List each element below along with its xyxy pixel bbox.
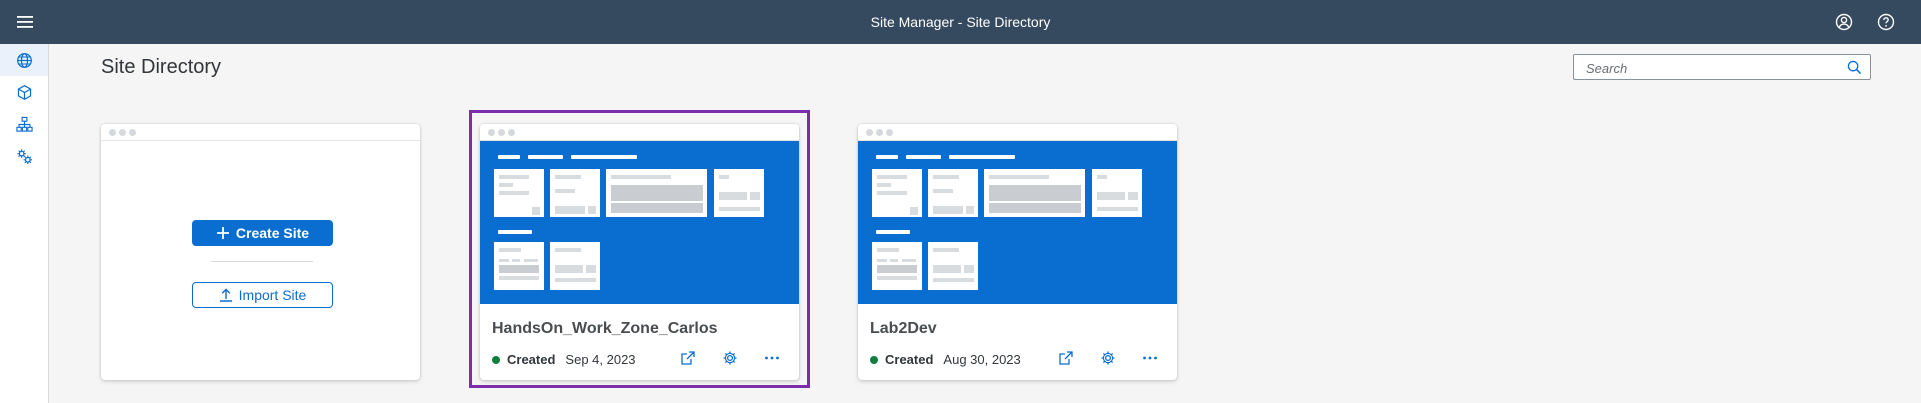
window-dots-icon bbox=[866, 129, 893, 136]
site-settings-icon[interactable] bbox=[1099, 349, 1117, 367]
gears-icon bbox=[16, 148, 32, 164]
site-name[interactable]: HandsOn_Work_Zone_Carlos bbox=[492, 320, 718, 338]
import-site-button[interactable]: Import Site bbox=[192, 282, 333, 308]
window-dots-icon bbox=[488, 129, 515, 136]
site-preview-thumbnail bbox=[858, 141, 1177, 304]
site-status: Created Sep 4, 2023 bbox=[492, 352, 636, 367]
app-title: Site Manager - Site Directory bbox=[870, 14, 1051, 30]
side-navigation bbox=[0, 44, 49, 403]
page-title: Site Directory bbox=[101, 56, 222, 78]
import-site-label: Import Site bbox=[238, 287, 307, 303]
site-actions bbox=[679, 349, 781, 367]
site-card[interactable]: Lab2Dev Created Aug 30, 2023 bbox=[858, 124, 1177, 380]
create-site-label: Create Site bbox=[235, 225, 310, 241]
help-icon[interactable] bbox=[1877, 13, 1895, 31]
site-card[interactable]: HandsOn_Work_Zone_Carlos Created Sep 4, … bbox=[480, 124, 799, 380]
open-site-icon[interactable] bbox=[1057, 349, 1075, 367]
shell-bar: Site Manager - Site Directory bbox=[0, 0, 1921, 44]
site-settings-icon[interactable] bbox=[721, 349, 739, 367]
card-window-bar bbox=[101, 124, 420, 141]
site-date: Aug 30, 2023 bbox=[943, 352, 1021, 367]
site-preview-thumbnail bbox=[480, 141, 799, 304]
status-text: Created bbox=[507, 352, 556, 367]
window-dots-icon bbox=[109, 129, 136, 136]
search-input[interactable] bbox=[1584, 55, 1838, 81]
site-date: Sep 4, 2023 bbox=[565, 352, 636, 367]
org-chart-icon bbox=[15, 116, 33, 132]
open-site-icon[interactable] bbox=[679, 349, 697, 367]
upload-icon bbox=[219, 288, 232, 302]
status-dot-icon bbox=[492, 355, 500, 364]
new-site-card: Create Site Import Site bbox=[101, 124, 420, 380]
site-actions bbox=[1057, 349, 1159, 367]
create-site-button[interactable]: Create Site bbox=[192, 220, 333, 246]
sidebar-item-channels[interactable] bbox=[0, 108, 48, 140]
more-options-icon[interactable] bbox=[1141, 349, 1159, 367]
site-status: Created Aug 30, 2023 bbox=[870, 352, 1021, 367]
globe-icon bbox=[16, 52, 32, 68]
sidebar-item-site-directory[interactable] bbox=[0, 44, 48, 76]
status-dot-icon bbox=[870, 355, 878, 364]
site-name[interactable]: Lab2Dev bbox=[870, 320, 937, 338]
cube-icon bbox=[17, 84, 31, 100]
plus-icon bbox=[216, 227, 229, 239]
status-text: Created bbox=[885, 352, 934, 367]
card-window-bar bbox=[858, 124, 1177, 141]
sidebar-item-content[interactable] bbox=[0, 76, 48, 108]
user-icon[interactable] bbox=[1835, 13, 1853, 31]
sidebar-item-settings[interactable] bbox=[0, 140, 48, 172]
more-options-icon[interactable] bbox=[763, 349, 781, 367]
divider bbox=[211, 261, 313, 262]
card-window-bar bbox=[480, 124, 799, 141]
search-field[interactable] bbox=[1573, 54, 1871, 81]
search-icon[interactable] bbox=[1847, 60, 1862, 75]
